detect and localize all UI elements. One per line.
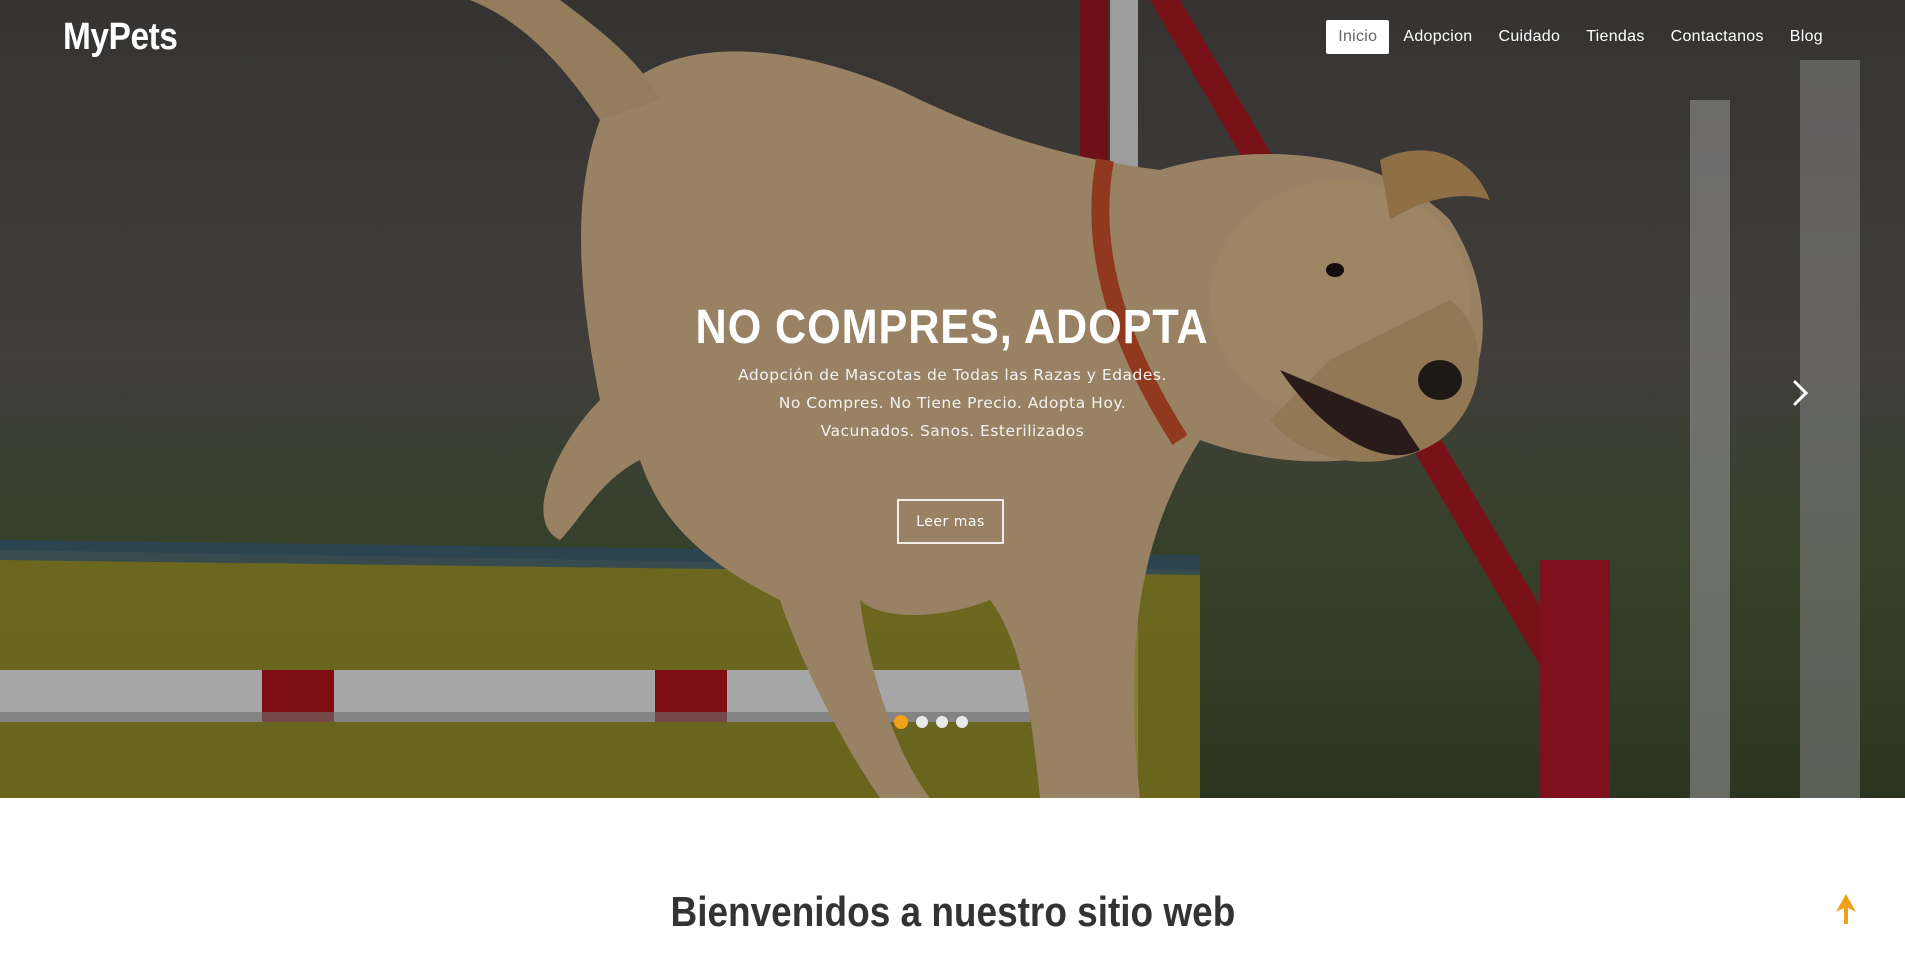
carousel-dot-3[interactable] xyxy=(936,716,948,728)
welcome-heading-text: Bienvenidos a nuestro sitio web xyxy=(670,888,1235,935)
slide-text-line: Adopción de Mascotas de Todas las Razas … xyxy=(738,366,1167,384)
slide-title: NO COMPRES, ADOPTA xyxy=(695,301,1210,354)
nav-item-blog[interactable]: Blog xyxy=(1778,20,1835,54)
slide-text-line: No Compres. No Tiene Precio. Adopta Hoy. xyxy=(778,394,1127,412)
carousel-dot-1[interactable] xyxy=(894,715,908,729)
slide-text-line: Vacunados. Sanos. Esterilizados xyxy=(820,422,1085,440)
welcome-heading: Bienvenidos a nuestro sitio web xyxy=(0,888,1905,936)
nav-item-inicio[interactable]: Inicio xyxy=(1326,20,1390,54)
nav-item-contactanos[interactable]: Contactanos xyxy=(1659,20,1776,54)
carousel-indicators xyxy=(894,715,968,729)
main-nav: Inicio Adopcion Cuidado Tiendas Contacta… xyxy=(1326,20,1835,54)
nav-item-tiendas[interactable]: Tiendas xyxy=(1574,20,1656,54)
nav-item-adopcion[interactable]: Adopcion xyxy=(1391,20,1484,54)
carousel-dot-2[interactable] xyxy=(916,716,928,728)
carousel-dot-4[interactable] xyxy=(956,716,968,728)
brand-logo[interactable]: MyPets xyxy=(63,16,178,59)
hero-carousel: MyPets Inicio Adopcion Cuidado Tiendas C… xyxy=(0,0,1905,798)
arrow-up-icon[interactable] xyxy=(1834,892,1858,931)
slide-caption: NO COMPRES, ADOPTA Adopción de Mascotas … xyxy=(0,300,1905,445)
chevron-right-icon[interactable] xyxy=(1791,378,1811,413)
read-more-button[interactable]: Leer mas xyxy=(897,499,1004,544)
nav-item-cuidado[interactable]: Cuidado xyxy=(1486,20,1572,54)
